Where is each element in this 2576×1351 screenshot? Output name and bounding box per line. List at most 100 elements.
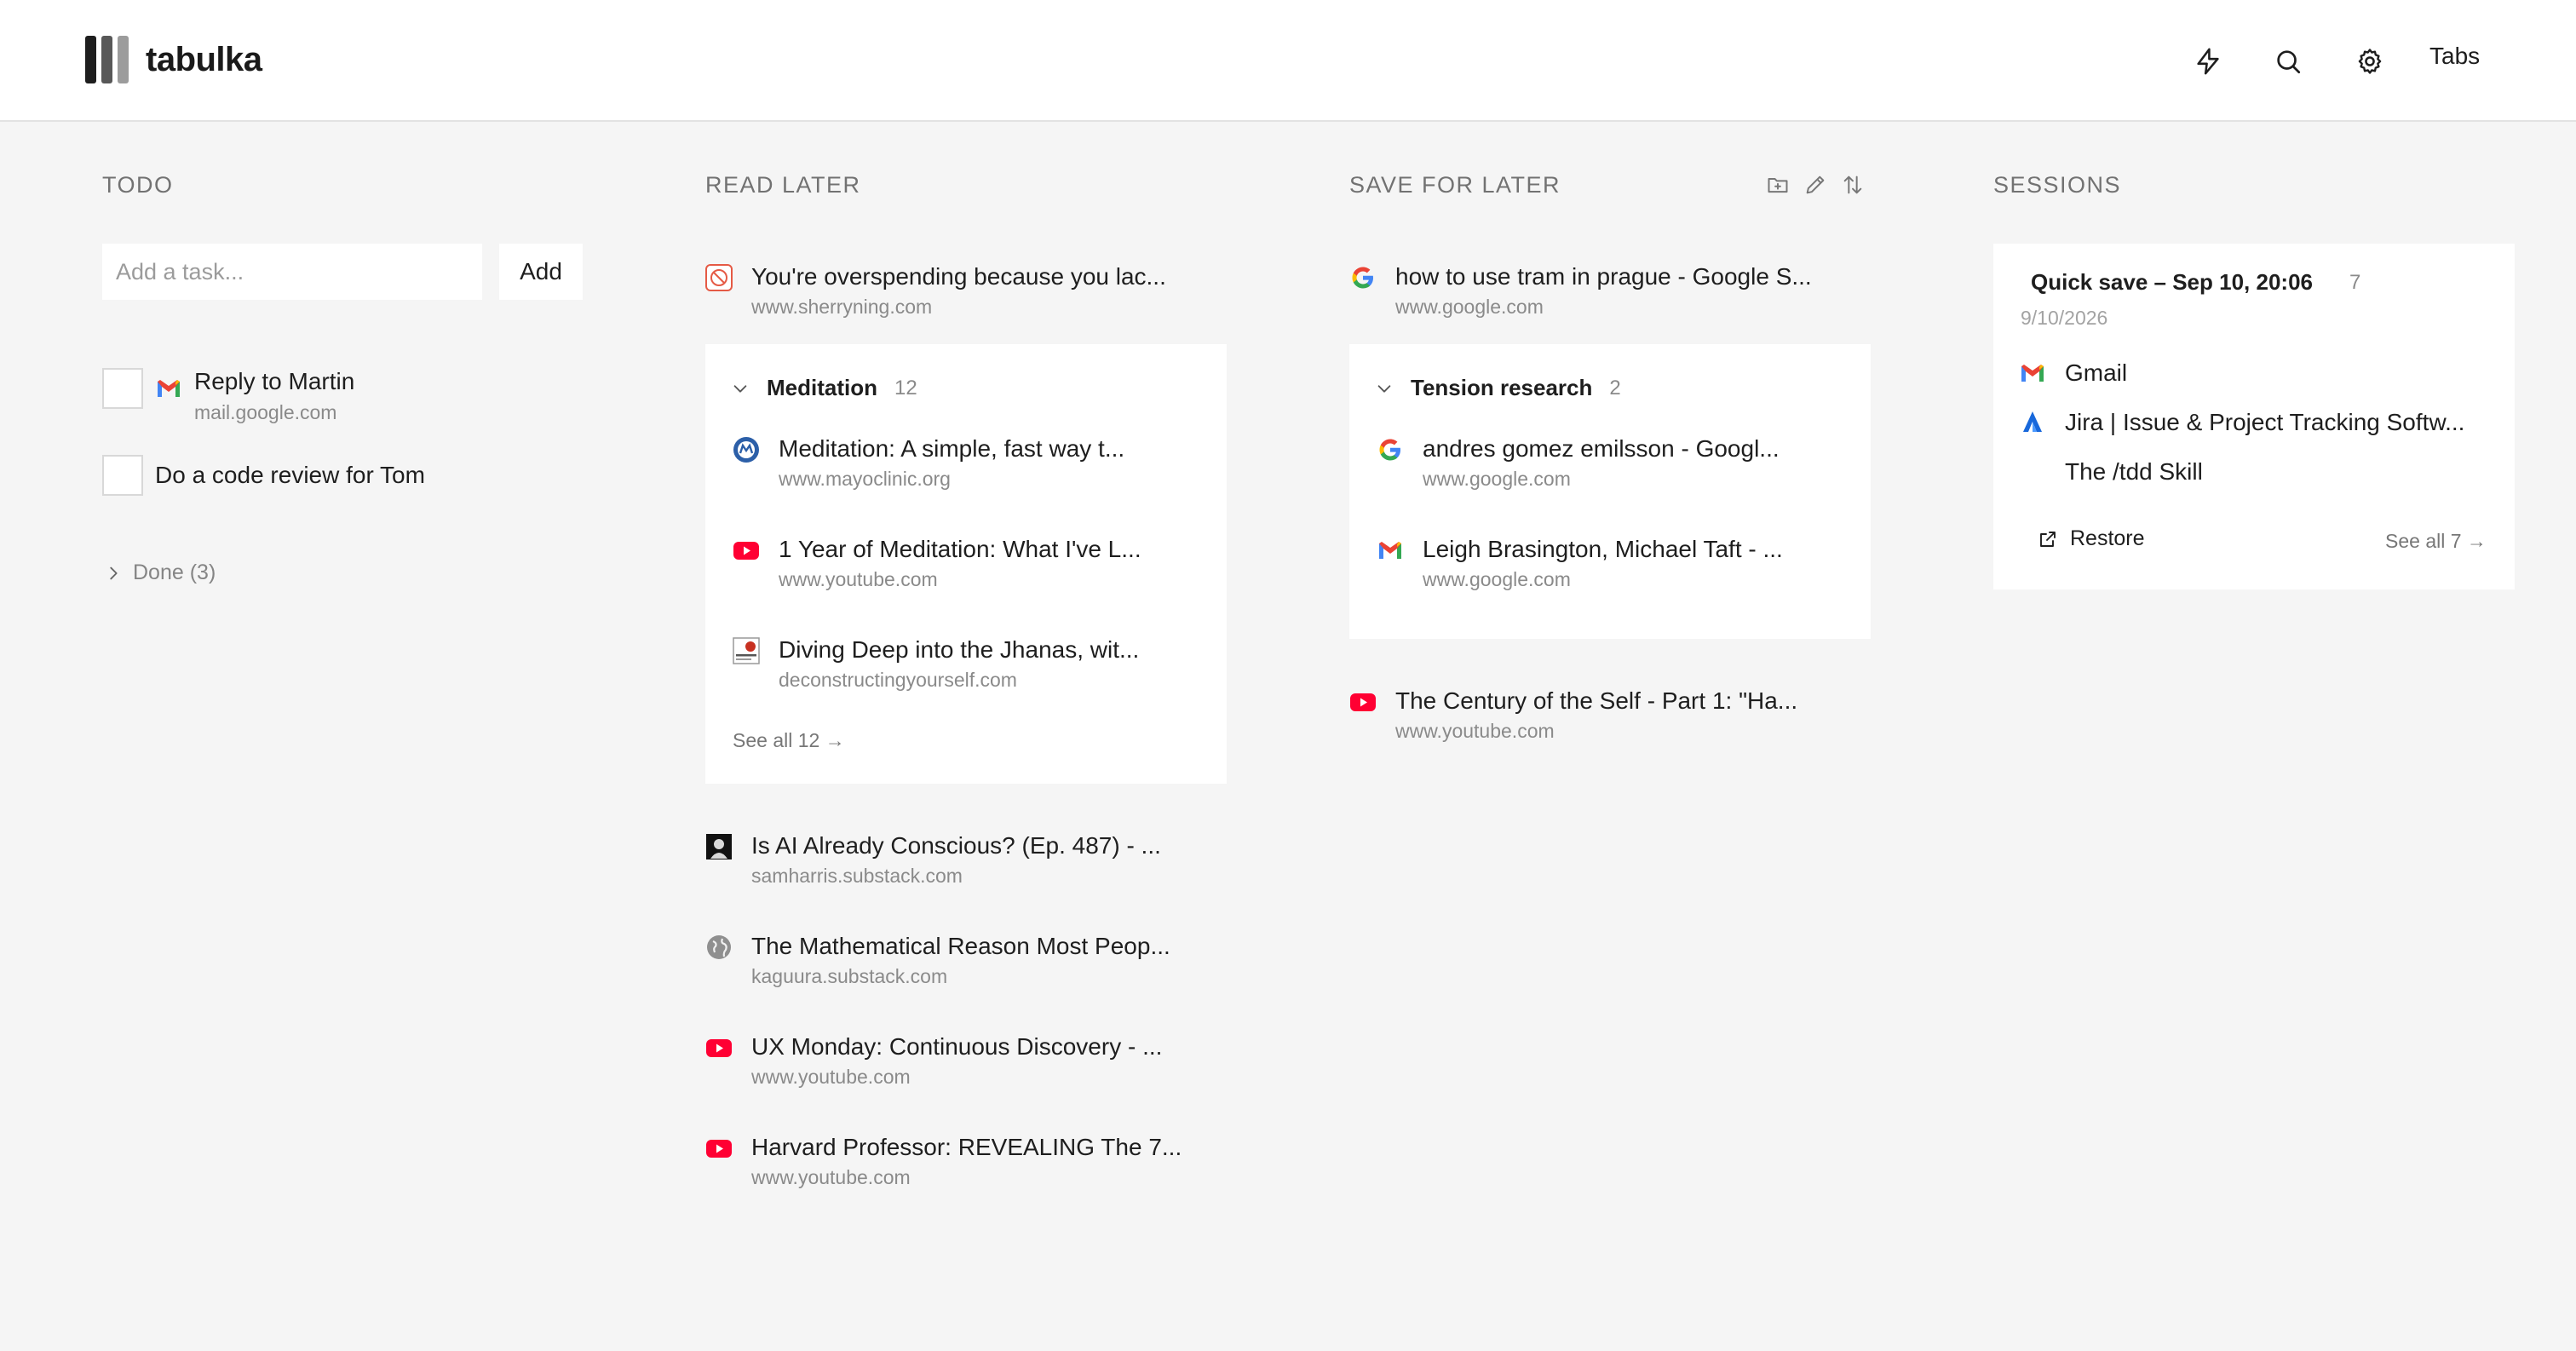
- link-item[interactable]: Harvard Professor: REVEALING The 7... ww…: [705, 1133, 1182, 1189]
- app-name: tabulka: [146, 40, 262, 78]
- session-date: 9/10/2026: [2021, 307, 2108, 329]
- link-item[interactable]: Is AI Already Conscious? (Ep. 487) - ...…: [705, 831, 1161, 888]
- link-domain: deconstructingyourself.com: [779, 669, 1017, 691]
- link-title: Is AI Already Conscious? (Ep. 487) - ...: [751, 832, 1161, 859]
- todo-checkbox[interactable]: [102, 368, 143, 409]
- settings-button[interactable]: [2351, 39, 2389, 83]
- group-tension-research: Tension research 2 andres gomez emilsson…: [1349, 344, 1871, 639]
- save-for-later-title: SAVE FOR LATER: [1349, 172, 1561, 198]
- search-button[interactable]: [2269, 39, 2307, 83]
- sherryning-icon: [705, 264, 733, 291]
- new-folder-button[interactable]: [1765, 172, 1791, 198]
- done-toggle[interactable]: Done (3): [104, 561, 216, 585]
- session-count: 7: [2349, 271, 2361, 294]
- todo-item-title[interactable]: Reply to Martin: [194, 368, 354, 395]
- sort-icon: [1843, 175, 1862, 194]
- app-logo[interactable]: tabulka: [85, 36, 262, 83]
- google-icon: [1377, 436, 1404, 463]
- link-domain: www.youtube.com: [751, 1166, 911, 1188]
- session-tab-item[interactable]: Gmail: [2019, 359, 2127, 387]
- link-item[interactable]: andres gomez emilsson - Googl... www.goo…: [1377, 434, 1780, 491]
- chevron-down-icon: [1375, 379, 1394, 398]
- todo-checkbox[interactable]: [102, 455, 143, 496]
- jira-icon: [2019, 409, 2046, 436]
- link-domain: www.mayoclinic.org: [779, 468, 951, 490]
- app-header: tabulka Tabs: [0, 0, 2576, 122]
- see-all-link[interactable]: See all 12 →: [733, 729, 845, 752]
- link-item[interactable]: The Mathematical Reason Most Peop... kag…: [705, 932, 1170, 988]
- read-later-title: READ LATER: [705, 172, 861, 198]
- chevron-down-icon: [731, 379, 750, 398]
- link-item[interactable]: Leigh Brasington, Michael Taft - ... www…: [1377, 535, 1783, 591]
- link-item[interactable]: Meditation: A simple, fast way t... www.…: [733, 434, 1124, 491]
- youtube-icon: [705, 1034, 733, 1061]
- group-count: 2: [1609, 376, 1621, 400]
- link-title: Harvard Professor: REVEALING The 7...: [751, 1134, 1182, 1160]
- lightning-icon: [2197, 48, 2219, 75]
- todo-item: Do a code review for Tom: [102, 455, 425, 496]
- link-item[interactable]: You're overspending because you lac... w…: [705, 262, 1166, 319]
- link-item[interactable]: 1 Year of Meditation: What I've L... www…: [733, 535, 1141, 591]
- link-title: The Century of the Self - Part 1: "Ha...: [1395, 687, 1798, 714]
- group-count: 12: [894, 376, 917, 400]
- deconstructing-icon: [733, 637, 760, 664]
- session-card: Quick save – Sep 10, 20:06 7 9/10/2026 G…: [1993, 244, 2515, 589]
- link-domain: www.youtube.com: [1395, 720, 1555, 742]
- link-title: UX Monday: Continuous Discovery - ...: [751, 1033, 1163, 1060]
- link-domain: kaguura.substack.com: [751, 965, 948, 987]
- group-header[interactable]: Meditation 12: [731, 375, 917, 401]
- tabs-button[interactable]: Tabs: [2429, 43, 2480, 70]
- restore-label: Restore: [2070, 526, 2145, 550]
- session-tab-item[interactable]: The /tdd Skill: [2019, 458, 2203, 486]
- session-title[interactable]: Quick save – Sep 10, 20:06: [2031, 269, 2313, 296]
- logo-bars-icon: [85, 36, 129, 83]
- gmail-icon: [155, 375, 182, 402]
- link-item[interactable]: how to use tram in prague - Google S... …: [1349, 262, 1812, 319]
- link-item[interactable]: The Century of the Self - Part 1: "Ha...…: [1349, 687, 1797, 743]
- link-title: andres gomez emilsson - Googl...: [1423, 435, 1780, 462]
- group-name: Tension research: [1411, 375, 1593, 400]
- link-title: Diving Deep into the Jhanas, wit...: [779, 636, 1140, 663]
- add-task-button[interactable]: Add: [499, 244, 583, 300]
- blank-favicon: [2019, 458, 2046, 486]
- restore-button[interactable]: Restore: [2038, 526, 2145, 551]
- group-header[interactable]: Tension research 2: [1375, 375, 1621, 401]
- folder-plus-icon: [1768, 178, 1788, 193]
- google-icon: [1349, 264, 1377, 291]
- todo-item-title[interactable]: Do a code review for Tom: [155, 462, 425, 489]
- mayoclinic-icon: [733, 436, 760, 463]
- link-item[interactable]: UX Monday: Continuous Discovery - ... ww…: [705, 1032, 1162, 1089]
- pencil-icon: [1806, 175, 1825, 194]
- link-domain: www.youtube.com: [751, 1066, 911, 1088]
- group-name: Meditation: [767, 375, 877, 400]
- link-domain: www.google.com: [1423, 568, 1571, 590]
- session-tab-title: The /tdd Skill: [2065, 458, 2203, 485]
- link-domain: samharris.substack.com: [751, 865, 963, 887]
- link-domain: www.sherryning.com: [751, 296, 933, 318]
- edit-button[interactable]: [1803, 172, 1828, 198]
- youtube-icon: [733, 537, 760, 564]
- quick-action-button[interactable]: [2189, 39, 2227, 83]
- session-tab-title: Jira | Issue & Project Tracking Softw...: [2065, 409, 2465, 435]
- link-title: You're overspending because you lac...: [751, 263, 1166, 290]
- link-title: how to use tram in prague - Google S...: [1395, 263, 1812, 290]
- add-task-input[interactable]: [102, 244, 482, 300]
- session-tab-item[interactable]: Jira | Issue & Project Tracking Softw...: [2019, 409, 2464, 436]
- external-link-icon: [2040, 531, 2056, 547]
- link-domain: www.google.com: [1395, 296, 1544, 318]
- link-item[interactable]: Diving Deep into the Jhanas, wit... deco…: [733, 635, 1139, 692]
- samharris-icon: [705, 833, 733, 860]
- globe-icon: [705, 934, 733, 961]
- todo-item: Reply to Martin mail.google.com: [102, 368, 354, 424]
- link-title: Leigh Brasington, Michael Taft - ...: [1423, 536, 1783, 562]
- gear-icon: [2358, 49, 2382, 74]
- youtube-icon: [1349, 688, 1377, 716]
- sort-button[interactable]: [1840, 172, 1866, 198]
- link-title: 1 Year of Meditation: What I've L...: [779, 536, 1141, 562]
- link-title: Meditation: A simple, fast way t...: [779, 435, 1125, 462]
- link-domain: www.google.com: [1423, 468, 1571, 490]
- link-domain: www.youtube.com: [779, 568, 938, 590]
- see-all-link[interactable]: See all 7 →: [2385, 530, 2487, 553]
- session-tab-title: Gmail: [2065, 359, 2128, 386]
- search-icon: [2277, 50, 2301, 74]
